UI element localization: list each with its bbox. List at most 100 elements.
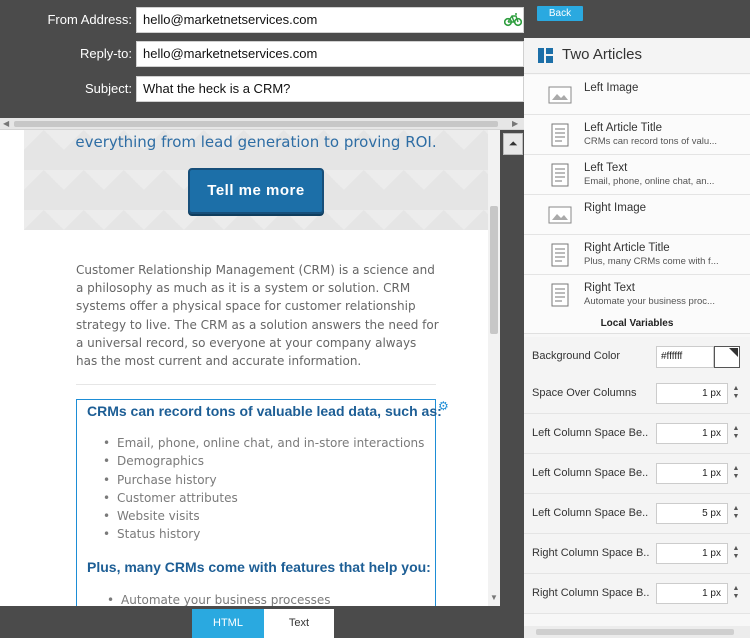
block-item-name: Left Article Title (584, 122, 662, 134)
back-bar: Back (524, 0, 750, 38)
block-item-left-image[interactable]: Left Image (524, 75, 750, 115)
from-address-input[interactable]: hello@marketnetservices.com (136, 7, 524, 33)
back-button[interactable]: Back (537, 6, 583, 21)
reply-to-row: Reply-to: hello@marketnetservices.com (0, 41, 524, 67)
text-doc-icon (551, 163, 569, 187)
block-item-name: Right Article Title (584, 242, 670, 254)
text-doc-icon (551, 123, 569, 147)
var-right-column-space-1: Right Column Space B.. 1 px ▲ ▼ (524, 534, 750, 574)
hero-section: everything from lead generation to provi… (24, 130, 488, 230)
scrollbar-thumb[interactable] (14, 121, 498, 127)
color-swatch[interactable] (714, 346, 740, 368)
space-input[interactable]: 1 px (656, 543, 728, 564)
collapse-up-icon[interactable]: ⏶ (503, 133, 523, 155)
subject-row: Subject: What the heck is a CRM? (0, 76, 524, 102)
block-item-right-text[interactable]: Right Text Automate your business proc..… (524, 275, 750, 315)
var-label: Right Column Space B.. (532, 547, 650, 559)
features-list: Automate your business processes (105, 591, 330, 606)
var-label: Left Column Space Be.. (532, 467, 649, 479)
block-item-left-text[interactable]: Left Text Email, phone, online chat, an.… (524, 155, 750, 195)
scroll-down-icon[interactable]: ▼ (490, 593, 498, 602)
from-address-row: From Address: hello@marketnetservices.co… (0, 7, 524, 33)
list-item: Purchase history (101, 471, 424, 490)
stepper-icon[interactable]: ▲ ▼ (731, 585, 741, 603)
preview-horizontal-scrollbar[interactable]: ◀ ▶ (0, 118, 524, 130)
var-space-over-columns: Space Over Columns 1 px ▲ ▼ (524, 374, 750, 414)
var-label: Left Column Space Be.. (532, 507, 649, 519)
stepper-icon[interactable]: ▲ ▼ (731, 385, 741, 403)
lead-data-list: Email, phone, online chat, and in-store … (101, 434, 424, 544)
reply-to-input[interactable]: hello@marketnetservices.com (136, 41, 524, 67)
block-item-left-article-title[interactable]: Left Article Title CRMs can record tons … (524, 115, 750, 155)
space-input[interactable]: 1 px (656, 463, 728, 484)
section-title: Two Articles (562, 46, 643, 63)
scrollbar-thumb[interactable] (536, 629, 734, 635)
var-background-color: Background Color #ffffff (524, 337, 750, 377)
scroll-left-icon[interactable]: ◀ (3, 119, 9, 128)
space-input[interactable]: 1 px (656, 583, 728, 604)
var-left-column-space-3: Left Column Space Be.. 5 px ▲ ▼ (524, 494, 750, 534)
var-right-column-space-2: Right Column Space B.. 1 px ▲ ▼ (524, 574, 750, 614)
local-variables-heading: Local Variables (524, 314, 750, 334)
right-panel: Back Two Articles Left Image Left Articl… (524, 0, 750, 638)
background-color-input[interactable]: #ffffff (656, 346, 714, 368)
var-label: Space Over Columns (532, 387, 637, 399)
var-label: Right Column Space B.. (532, 587, 650, 599)
selected-article-block[interactable]: CRMs can record tons of valuable lead da… (76, 399, 442, 606)
preview-gutter (500, 130, 524, 606)
block-settings-icon[interactable]: ⚙ (438, 399, 452, 413)
bike-icon[interactable] (504, 11, 522, 27)
block-item-preview: Automate your business proc... (584, 296, 715, 307)
tab-text[interactable]: Text (264, 609, 334, 638)
block-item-name: Right Text (584, 282, 635, 294)
subject-input[interactable]: What the heck is a CRM? (136, 76, 524, 102)
text-doc-icon (551, 243, 569, 267)
block-item-preview: Email, phone, online chat, an... (584, 176, 715, 187)
preview-vertical-scrollbar[interactable]: ▼ (488, 130, 500, 606)
block-item-name: Left Text (584, 162, 628, 174)
block-item-name: Right Image (584, 202, 647, 214)
scroll-right-icon[interactable]: ▶ (512, 119, 518, 128)
section-header: Two Articles (524, 38, 750, 74)
var-left-column-space-2: Left Column Space Be.. 1 px ▲ ▼ (524, 454, 750, 494)
stepper-icon[interactable]: ▲ ▼ (731, 505, 741, 523)
block-item-preview: Plus, many CRMs come with f... (584, 256, 719, 267)
subject-label: Subject: (85, 81, 132, 96)
hero-text: everything from lead generation to provi… (75, 133, 437, 151)
list-item: Website visits (101, 507, 424, 526)
tell-me-more-button[interactable]: Tell me more (188, 168, 324, 214)
from-address-label: From Address: (47, 12, 132, 27)
image-icon (548, 206, 572, 224)
block-item-right-article-title[interactable]: Right Article Title Plus, many CRMs come… (524, 235, 750, 275)
reply-to-label: Reply-to: (79, 46, 132, 61)
list-item: Demographics (101, 452, 424, 471)
right-panel-horizontal-scrollbar[interactable] (524, 626, 750, 638)
article-heading-right[interactable]: Plus, many CRMs come with features that … (87, 559, 431, 575)
tab-html[interactable]: HTML (192, 609, 264, 638)
image-icon (548, 86, 572, 104)
text-doc-icon (551, 283, 569, 307)
var-left-column-space-1: Left Column Space Be.. 1 px ▲ ▼ (524, 414, 750, 454)
divider (76, 384, 436, 385)
list-item: Status history (101, 525, 424, 544)
scrollbar-thumb[interactable] (490, 206, 498, 334)
block-item-name: Left Image (584, 82, 639, 94)
two-column-layout-icon (538, 48, 553, 63)
article-heading-left[interactable]: CRMs can record tons of valuable lead da… (87, 403, 442, 419)
email-preview: everything from lead generation to provi… (0, 130, 500, 606)
view-tabs: HTML Text (0, 606, 524, 638)
var-label: Background Color (532, 350, 621, 362)
space-input[interactable]: 1 px (656, 423, 728, 444)
intro-paragraph[interactable]: Customer Relationship Management (CRM) i… (76, 261, 441, 370)
email-header: From Address: hello@marketnetservices.co… (0, 0, 524, 118)
block-item-right-image[interactable]: Right Image (524, 195, 750, 235)
space-input[interactable]: 1 px (656, 383, 728, 404)
var-label: Left Column Space Be.. (532, 427, 649, 439)
block-item-preview: CRMs can record tons of valu... (584, 136, 718, 147)
stepper-icon[interactable]: ▲ ▼ (731, 545, 741, 563)
list-item: Automate your business processes (105, 591, 330, 606)
space-input[interactable]: 5 px (656, 503, 728, 524)
stepper-icon[interactable]: ▲ ▼ (731, 425, 741, 443)
list-item: Email, phone, online chat, and in-store … (101, 434, 424, 453)
stepper-icon[interactable]: ▲ ▼ (731, 465, 741, 483)
